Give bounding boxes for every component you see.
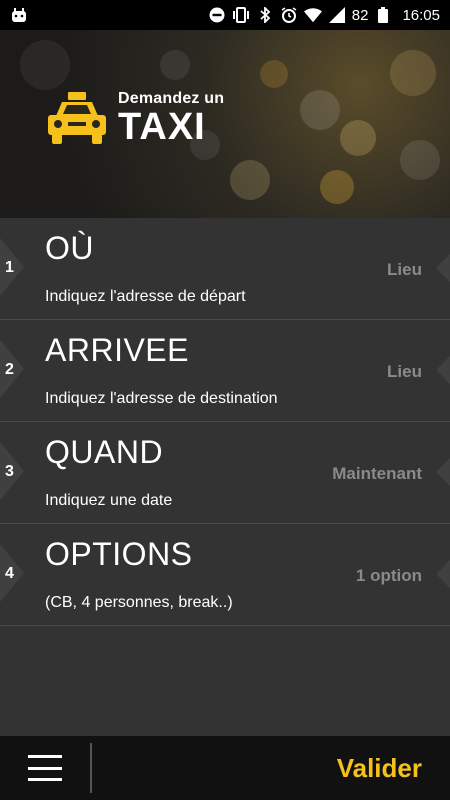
- step-subtitle: Indiquez l'adresse de départ: [45, 288, 246, 305]
- chevron-right-icon: [436, 254, 450, 282]
- do-not-disturb-icon: [208, 6, 226, 24]
- vibrate-icon: [232, 6, 250, 24]
- taxi-icon: [46, 90, 108, 146]
- clock: 16:05: [402, 6, 440, 24]
- step-number: 2: [5, 361, 14, 378]
- step-row-depart[interactable]: 1 OÙ Indiquez l'adresse de départ Lieu: [0, 218, 450, 320]
- chevron-right-icon: [436, 560, 450, 588]
- step-number: 1: [5, 259, 14, 276]
- header-title: TAXI: [118, 106, 206, 148]
- bottom-bar: Valider: [0, 736, 450, 800]
- battery-icon: [374, 6, 392, 24]
- step-value: Lieu: [387, 362, 422, 381]
- step-subtitle: Indiquez l'adresse de destination: [45, 390, 278, 407]
- step-row-quand[interactable]: 3 QUAND Indiquez une date Maintenant: [0, 422, 450, 524]
- step-number: 3: [5, 463, 14, 480]
- step-row-options[interactable]: 4 OPTIONS (CB, 4 personnes, break..) 1 o…: [0, 524, 450, 626]
- chevron-right-icon: [436, 356, 450, 384]
- signal-icon: [328, 6, 346, 24]
- step-title: OPTIONS: [45, 536, 193, 572]
- step-value: Maintenant: [332, 464, 422, 483]
- step-number: 4: [5, 565, 14, 582]
- valider-button[interactable]: Valider: [337, 753, 422, 784]
- wifi-icon: [303, 6, 322, 24]
- step-value: 1 option: [355, 566, 422, 585]
- alarm-icon: [280, 6, 298, 24]
- battery-percent: 82: [351, 6, 369, 24]
- bluetooth-icon: [256, 6, 274, 24]
- step-subtitle: (CB, 4 personnes, break..): [45, 594, 233, 611]
- booking-steps-list: 1 OÙ Indiquez l'adresse de départ Lieu 2…: [0, 218, 450, 626]
- android-icon: [10, 6, 28, 24]
- hamburger-menu-icon[interactable]: [0, 736, 90, 800]
- step-value: Lieu: [387, 260, 422, 279]
- divider: [90, 743, 92, 793]
- step-title: ARRIVEE: [45, 332, 189, 368]
- header-banner: Demandez un TAXI: [0, 30, 450, 218]
- step-title: OÙ: [45, 230, 94, 266]
- chevron-right-icon: [436, 458, 450, 486]
- status-bar: 82 16:05: [0, 0, 450, 30]
- brand: Demandez un TAXI: [46, 90, 224, 146]
- step-row-arrivee[interactable]: 2 ARRIVEE Indiquez l'adresse de destinat…: [0, 320, 450, 422]
- step-subtitle: Indiquez une date: [45, 492, 173, 509]
- step-title: QUAND: [45, 434, 164, 470]
